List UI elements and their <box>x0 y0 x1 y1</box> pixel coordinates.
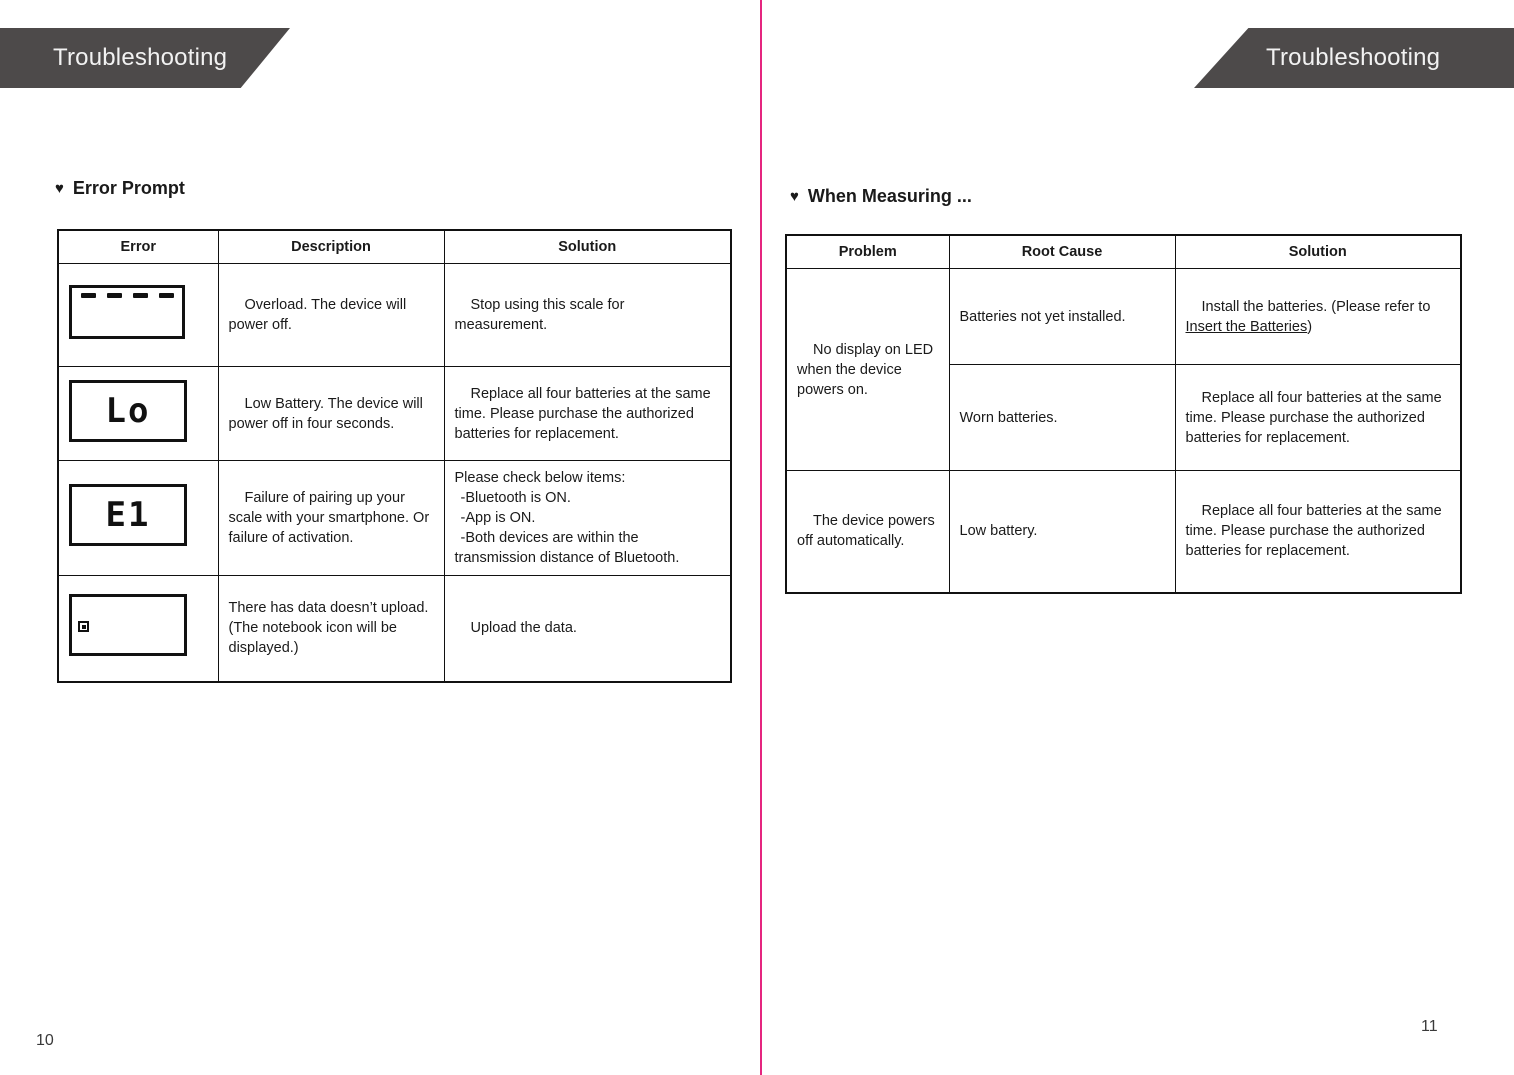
insert-the-batteries-link[interactable]: Insert the Batteries <box>1186 319 1308 335</box>
page-number-left: 10 <box>36 1032 54 1049</box>
manual-page-spread: Troubleshooting ♥ Error Prompt Error Des… <box>0 0 1514 1075</box>
problem-no-display: No display on LED when the device powers… <box>785 268 950 471</box>
table-row: Lo Low Battery. The device will power of… <box>57 366 732 461</box>
dash-segment-icon <box>158 293 174 298</box>
lcd-segment-text: Lo <box>105 390 151 431</box>
col-header-solution: Solution <box>443 229 732 264</box>
solution-text-suffix: ) <box>1307 318 1313 335</box>
solution-low-battery-right: Replace all four batteries at the same t… <box>1174 470 1462 593</box>
lcd-low-battery-icon: Lo <box>69 379 187 442</box>
solution-overload: Stop using this scale for measurement. <box>443 263 732 367</box>
error-icon-cell-low-battery: Lo <box>57 366 219 461</box>
root-cause-low-battery: Low battery. <box>948 470 1176 593</box>
description-notebook: There has data doesn’t upload. (The note… <box>217 575 445 682</box>
solution-line: -App is ON. <box>460 510 536 526</box>
lcd-notebook-icon <box>69 594 187 657</box>
table-row: There has data doesn’t upload. (The note… <box>57 575 732 682</box>
solution-line: Please check below items: <box>454 470 626 486</box>
solution-line: -Bluetooth is ON. <box>460 490 571 506</box>
section-heading-label: When Measuring ... <box>807 186 972 206</box>
table-header-row: Error Description Solution <box>57 229 732 264</box>
root-cause-batteries-not-installed: Batteries not yet installed. <box>948 268 1176 365</box>
solution-install-batteries: Install the batteries. (Please refer to … <box>1174 268 1462 365</box>
dash-segment-icon <box>106 293 122 298</box>
left-page-banner: Troubleshooting <box>0 28 290 88</box>
solution-notebook: Upload the data. <box>443 575 732 682</box>
col-header-description: Description <box>217 229 445 264</box>
dash-segment-icon <box>80 293 96 298</box>
table-header-row: Problem Root Cause Solution <box>785 234 1462 269</box>
heart-icon: ♥ <box>790 188 799 205</box>
col-header-root-cause: Root Cause <box>948 234 1176 269</box>
description-e1: Failure of pairing up your scale with yo… <box>217 460 445 576</box>
notebook-glyph-icon <box>78 621 89 633</box>
solution-worn-batteries: Replace all four batteries at the same t… <box>1174 364 1462 471</box>
right-page-banner: Troubleshooting <box>1194 28 1514 88</box>
page-left: Troubleshooting ♥ Error Prompt Error Des… <box>0 0 761 1075</box>
error-prompt-table: Error Description Solution Overload. The… <box>57 229 732 683</box>
col-header-error: Error <box>57 229 219 264</box>
lcd-overload-dashes-icon <box>69 285 185 339</box>
section-heading-when-measuring: ♥ When Measuring ... <box>790 186 972 207</box>
solution-e1: Please check below items: -Bluetooth is … <box>443 460 732 576</box>
root-cause-worn-batteries: Worn batteries. <box>948 364 1176 471</box>
problem-powers-off: The device powers off automatically. <box>785 470 950 593</box>
table-row: E1 Failure of pairing up your scale with… <box>57 460 732 576</box>
lcd-segment-text: E1 <box>105 495 151 535</box>
right-banner-title: Troubleshooting <box>1266 44 1441 71</box>
table-row: No display on LED when the device powers… <box>785 268 1462 471</box>
section-heading-label: Error Prompt <box>72 178 185 198</box>
solution-low-battery: Replace all four batteries at the same t… <box>443 366 732 461</box>
description-low-battery: Low Battery. The device will power off i… <box>217 366 445 461</box>
error-icon-cell-e1: E1 <box>57 460 219 576</box>
heart-icon: ♥ <box>55 180 64 197</box>
error-icon-cell-notebook <box>57 575 219 682</box>
dash-segment-icon <box>132 293 148 298</box>
table-row: The device powers off automatically. Low… <box>785 470 1462 593</box>
lcd-e1-icon: E1 <box>69 484 187 546</box>
error-icon-cell-overload <box>57 263 219 367</box>
solution-line: -Both devices are within the transmissio… <box>454 530 680 566</box>
description-overload: Overload. The device will power off. <box>217 263 445 367</box>
table-row: Overload. The device will power off. Sto… <box>57 263 732 367</box>
when-measuring-table: Problem Root Cause Solution No display o… <box>785 234 1462 594</box>
dash-row <box>72 293 182 298</box>
page-number-right: 11 <box>1421 1018 1438 1035</box>
section-heading-error-prompt: ♥ Error Prompt <box>55 178 185 199</box>
col-header-solution: Solution <box>1174 234 1462 269</box>
solution-text-prefix: Install the batteries. (Please refer to <box>1201 298 1431 315</box>
left-banner-title: Troubleshooting <box>53 44 228 71</box>
col-header-problem: Problem <box>785 234 950 269</box>
